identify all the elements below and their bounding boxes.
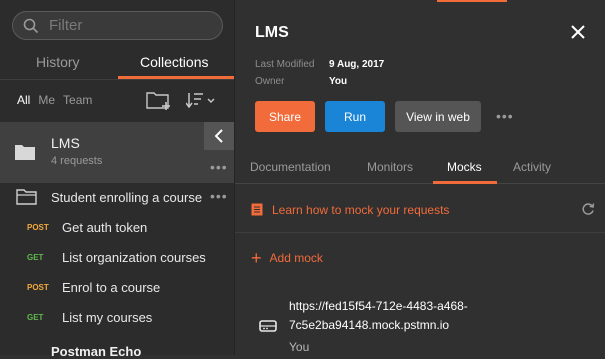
request-item[interactable]: POST Get auth token xyxy=(0,214,234,240)
filter-all[interactable]: All xyxy=(17,93,30,107)
request-name: List my courses xyxy=(62,310,153,325)
collection-more-button[interactable]: ••• xyxy=(210,159,228,175)
server-icon xyxy=(259,320,277,332)
last-modified-label: Last Modified xyxy=(255,59,315,70)
mock-owner: You xyxy=(289,340,310,354)
mock-server-url[interactable]: https://fed15f54-712e-4483-a468- 7c5e2ba… xyxy=(289,297,519,335)
mock-url-line-2: 7c5e2ba94148.mock.pstmn.io xyxy=(289,318,450,332)
folder-item[interactable]: Student enrolling a course ••• xyxy=(0,184,234,210)
owner-value: You xyxy=(329,76,348,87)
learn-mocks-link[interactable]: Learn how to mock your requests xyxy=(272,203,449,217)
collection-request-count: 4 requests xyxy=(51,155,103,167)
request-name: Enrol to a course xyxy=(62,280,161,295)
book-icon xyxy=(251,203,263,216)
tab-mocks[interactable]: Mocks xyxy=(447,160,482,174)
folder-open-icon xyxy=(16,189,37,205)
search-box[interactable] xyxy=(12,11,223,40)
plus-icon: + xyxy=(251,248,262,268)
folder-icon xyxy=(15,145,35,160)
tab-active-indicator xyxy=(433,181,497,184)
new-collection-icon[interactable] xyxy=(146,89,172,111)
add-mock-label: Add mock xyxy=(269,251,323,265)
tab-history[interactable]: History xyxy=(36,54,80,70)
request-method: GET xyxy=(27,313,44,322)
request-name: Get auth token xyxy=(62,220,148,235)
share-button[interactable]: Share xyxy=(255,101,315,132)
top-accent-bar xyxy=(437,0,507,2)
tab-collections[interactable]: Collections xyxy=(140,54,208,70)
sort-icon[interactable] xyxy=(186,91,218,109)
collection-filters: All Me Team xyxy=(17,90,100,110)
collection-item-postman-echo[interactable]: Postman Echo xyxy=(51,344,141,359)
add-mock-button[interactable]: + Add mock xyxy=(251,248,323,268)
tab-monitors[interactable]: Monitors xyxy=(367,160,413,174)
request-method: POST xyxy=(27,223,49,232)
request-method: POST xyxy=(27,283,49,292)
filter-me[interactable]: Me xyxy=(38,93,55,107)
tab-active-indicator xyxy=(118,76,234,79)
filter-team[interactable]: Team xyxy=(63,93,92,107)
divider xyxy=(235,232,605,233)
request-item[interactable]: POST Enrol to a course xyxy=(0,274,234,300)
folder-more-button[interactable]: ••• xyxy=(210,188,228,204)
collection-name: LMS xyxy=(51,135,80,151)
more-actions-button[interactable]: ••• xyxy=(496,108,514,124)
chevron-left-icon xyxy=(214,129,223,143)
request-name: List organization courses xyxy=(62,250,206,265)
detail-tabs: Documentation Monitors Mocks Activity xyxy=(235,150,605,184)
tab-activity[interactable]: Activity xyxy=(513,160,551,174)
collection-detail-panel: LMS Last Modified 9 Aug, 2017 Owner You … xyxy=(234,0,605,355)
last-modified-value: 9 Aug, 2017 xyxy=(329,59,385,70)
refresh-icon[interactable] xyxy=(581,202,595,216)
search-input[interactable] xyxy=(47,16,217,35)
page-title: LMS xyxy=(255,24,289,41)
request-item[interactable]: GET List my courses xyxy=(0,304,234,330)
request-method: GET xyxy=(27,253,44,262)
search-icon xyxy=(23,18,39,33)
collapse-button[interactable] xyxy=(204,122,234,150)
folder-name: Student enrolling a course xyxy=(51,190,203,205)
learn-mocks-row: Learn how to mock your requests xyxy=(235,196,605,224)
mock-url-line-1: https://fed15f54-712e-4483-a468- xyxy=(289,299,468,313)
sidebar-tabs: History Collections xyxy=(0,48,234,80)
view-in-web-button[interactable]: View in web xyxy=(395,101,481,132)
sidebar: History Collections All Me Team LMS 4 re… xyxy=(0,0,234,359)
request-item[interactable]: GET List organization courses xyxy=(0,244,234,270)
owner-label: Owner xyxy=(255,76,285,87)
close-icon[interactable] xyxy=(570,24,586,40)
run-button[interactable]: Run xyxy=(325,101,385,132)
tab-documentation[interactable]: Documentation xyxy=(250,160,331,174)
collection-item-lms[interactable]: LMS 4 requests ••• xyxy=(0,122,234,183)
